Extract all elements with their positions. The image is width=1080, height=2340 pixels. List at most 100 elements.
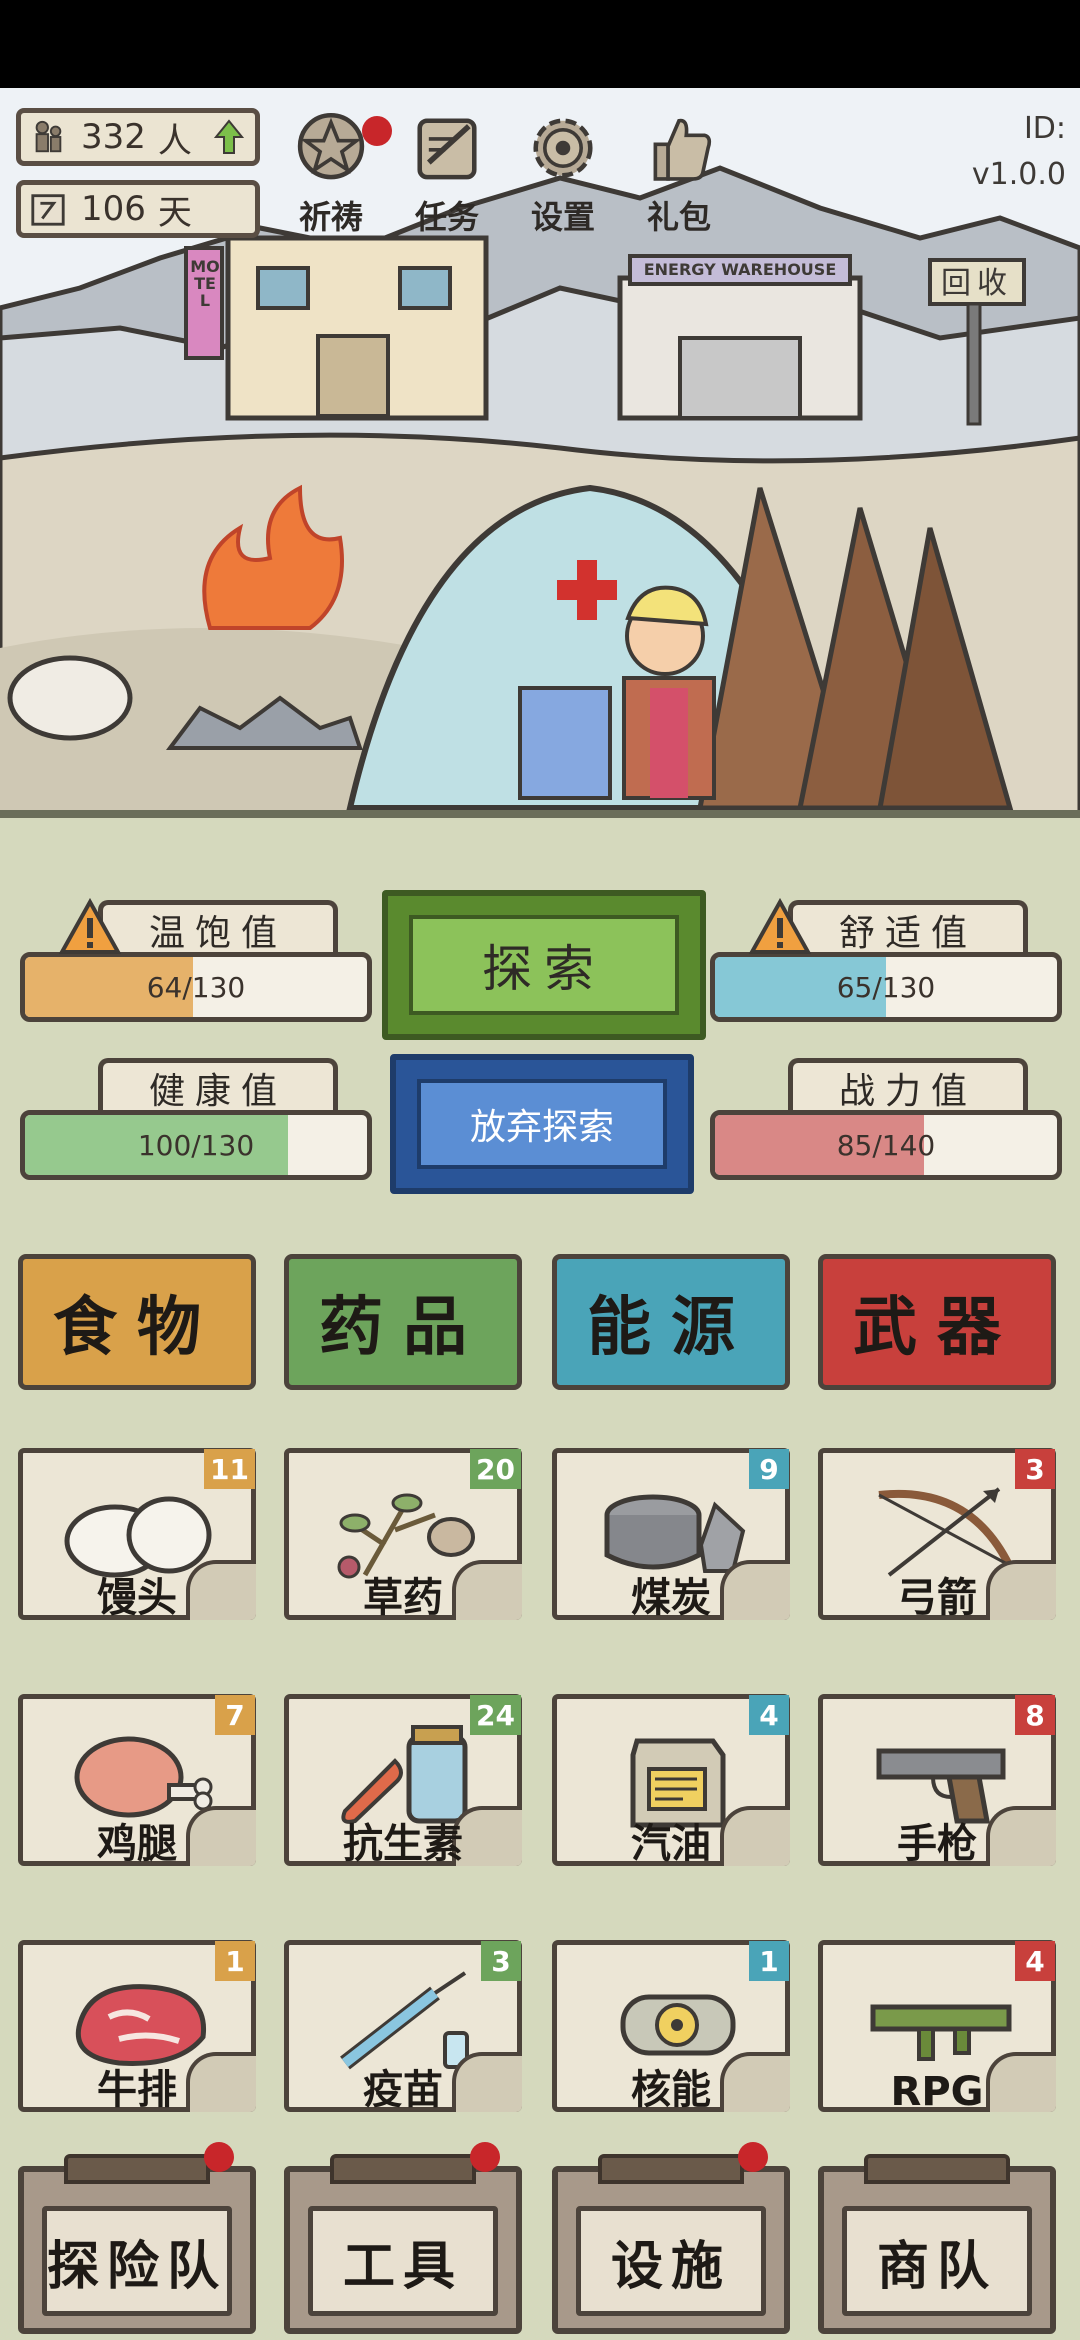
item-name: 弓箭 [897,1575,977,1621]
thumbs-up-icon [653,118,712,181]
days-value: 106 [81,189,146,229]
item-card-coal[interactable]: 9 煤炭 [552,1448,790,1621]
version-text: v1.0.0 [971,157,1066,192]
category-energy-button[interactable]: 能源 [552,1254,790,1390]
gift-pack-button[interactable]: 礼包 [634,108,724,238]
item-count-badge: 1 [215,1941,255,1981]
comfort-bar: 65/130 [710,952,1062,1022]
category-medicine-button[interactable]: 药品 [284,1254,522,1390]
health-label: 健康值 [98,1058,338,1112]
item-name: 鸡腿 [97,1821,177,1867]
arrow-up-icon [213,119,244,154]
combat-stat: 战力值 85/140 [710,1058,1062,1198]
quit-explore-button[interactable]: 放弃探索 [390,1054,694,1194]
tasks-button[interactable]: 任务 [402,108,492,238]
item-name: 牛排 [97,2067,177,2113]
item-card-bow-arrow[interactable]: 3 弓箭 [818,1448,1056,1621]
satiety-stat: 温饱值 64/130 [20,898,372,1040]
comfort-stat: 舒适值 65/130 [710,898,1062,1040]
item-name: 草药 [363,1575,443,1621]
expedition-team-label: 探险队 [42,2206,232,2316]
item-count-badge: 4 [1015,1941,1055,1981]
recycle-sign[interactable]: 回收 [930,262,1024,306]
version-info: ID: v1.0.0 [972,106,1066,198]
item-name: 手枪 [897,1821,977,1867]
item-card-herb[interactable]: 20 草药 [284,1448,522,1621]
health-bar: 100/130 [20,1110,372,1180]
item-card-chicken-leg[interactable]: 7 鸡腿 [18,1694,256,1867]
days-plate: 106 天 [16,180,260,238]
player-id-label: ID: [1023,111,1066,146]
pray-notification-dot [362,116,392,146]
expedition-team-button[interactable]: 探险队 [18,2154,256,2334]
comfort-value: 65/130 [836,970,936,1004]
category-medicine-label: 药品 [319,1291,487,1365]
item-name: 疫苗 [363,2067,443,2113]
combat-bar: 85/140 [710,1110,1062,1180]
tools-notification-dot [470,2142,500,2172]
comfort-label: 舒适值 [788,900,1028,954]
item-count-badge: 3 [1015,1449,1055,1489]
category-weapons-label: 武器 [853,1291,1021,1365]
tasks-label: 任务 [414,198,479,236]
category-energy-label: 能源 [587,1291,755,1365]
item-name: RPG [890,2069,984,2115]
combat-label: 战力值 [788,1058,1028,1112]
warning-icon [748,898,812,954]
tools-button[interactable]: 工具 [284,2154,522,2334]
pray-label: 祈祷 [298,198,363,236]
item-count-badge: 4 [749,1695,789,1735]
explore-label: 探索 [409,915,679,1015]
item-card-gasoline[interactable]: 4 汽油 [552,1694,790,1867]
item-count-badge: 11 [204,1449,255,1489]
item-name: 馒头 [97,1575,177,1621]
item-count-badge: 9 [749,1449,789,1489]
quit-explore-label: 放弃探索 [417,1079,667,1169]
item-name: 抗生素 [343,1821,463,1867]
category-food-label: 食物 [53,1291,221,1365]
population-plate: 332 人 [16,108,260,166]
item-card-pistol[interactable]: 8 手枪 [818,1694,1056,1867]
item-count-badge: 20 [470,1449,521,1489]
pray-star-icon [297,113,365,180]
facilities-notification-dot [738,2142,768,2172]
item-count-badge: 1 [749,1941,789,1981]
caravan-label: 商队 [842,2206,1032,2316]
warehouse-sign: ENERGY WAREHOUSE [643,260,837,279]
population-value: 332 [81,117,146,157]
calendar-icon [31,194,65,226]
item-name: 核能 [631,2067,711,2113]
item-name: 煤炭 [631,1575,711,1621]
item-count-badge: 7 [215,1695,255,1735]
combat-value: 85/140 [836,1128,936,1162]
gift-pack-label: 礼包 [646,198,711,236]
satiety-label: 温饱值 [98,900,338,954]
item-count-badge: 3 [481,1941,521,1981]
population-icon [35,120,62,153]
settings-button[interactable]: 设置 [518,108,608,238]
caravan-button[interactable]: 商队 [818,2154,1056,2334]
warning-icon [58,898,122,954]
satiety-bar: 64/130 [20,952,372,1022]
item-card-vaccine[interactable]: 3 疫苗 [284,1940,522,2113]
facilities-label: 设施 [576,2206,766,2316]
population-unit: 人 [157,120,192,161]
facilities-button[interactable]: 设施 [552,2154,790,2334]
motel-sign: MOTEL [190,257,220,310]
scroll-quill-icon [417,118,477,180]
gear-icon [533,118,593,178]
settings-label: 设置 [530,198,595,236]
item-name: 汽油 [631,1821,711,1867]
health-stat: 健康值 100/130 [20,1058,372,1198]
item-card-antibiotic[interactable]: 24 抗生素 [284,1694,522,1867]
category-weapons-button[interactable]: 武器 [818,1254,1056,1390]
category-food-button[interactable]: 食物 [18,1254,256,1390]
status-bar [0,0,1080,88]
item-card-nuclear[interactable]: 1 核能 [552,1940,790,2113]
health-value: 100/130 [137,1128,255,1162]
explore-button[interactable]: 探索 [382,890,706,1040]
item-card-steamed-bun[interactable]: 11 馒头 [18,1448,256,1621]
satiety-value: 64/130 [146,970,246,1004]
item-card-rpg[interactable]: 4 RPG [818,1940,1056,2115]
item-card-steak[interactable]: 1 牛排 [18,1940,256,2113]
